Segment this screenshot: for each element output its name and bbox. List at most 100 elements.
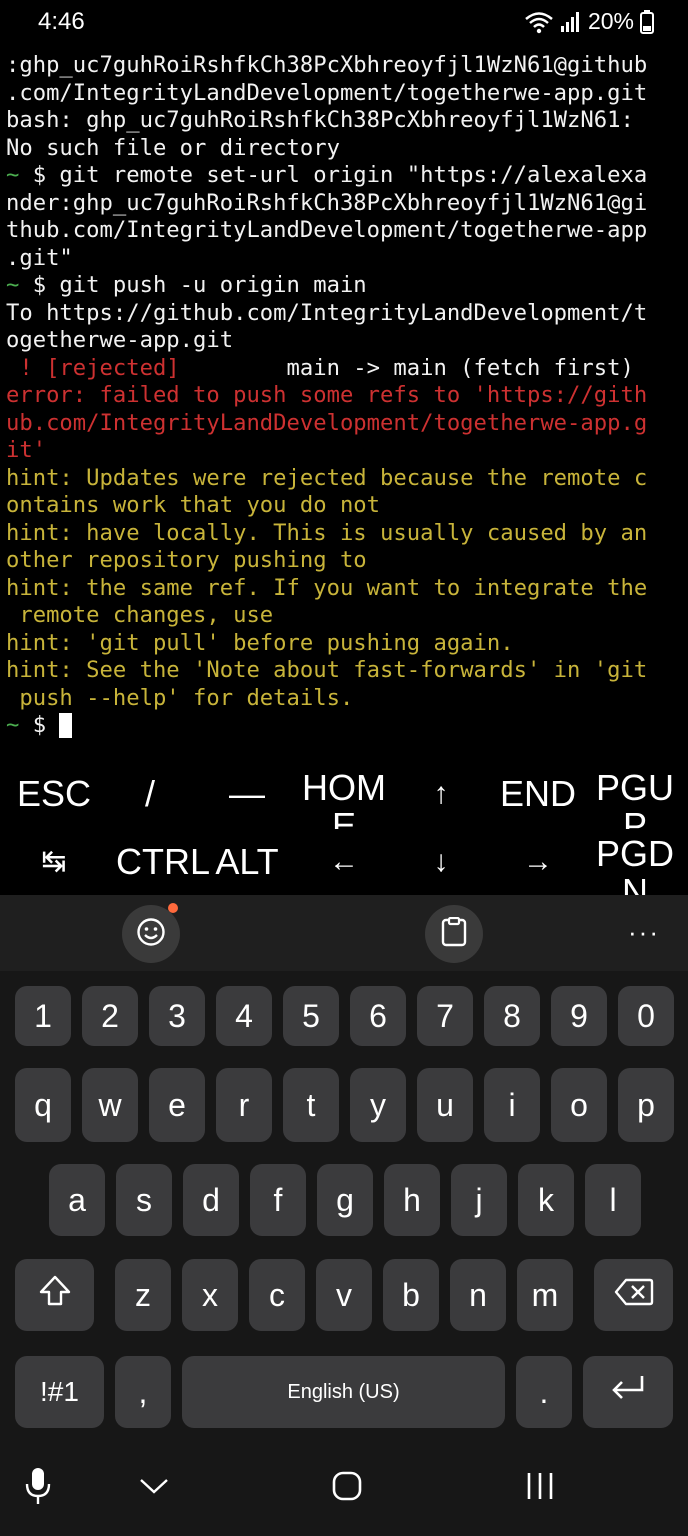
number-2-key[interactable]: 2	[82, 986, 138, 1046]
right-arrow-key[interactable]: →	[489, 827, 587, 897]
letter-f-key[interactable]: f	[250, 1164, 306, 1236]
terminal-output[interactable]: :ghp_uc7guhRoiRshfkCh38PcXbhreoyfjl1WzN6…	[6, 52, 684, 740]
letter-x-key[interactable]: x	[182, 1259, 238, 1331]
shift-icon	[38, 1274, 72, 1316]
pgdn-key[interactable]: PGDN	[586, 827, 684, 898]
letter-l-key[interactable]: l	[585, 1164, 641, 1236]
letter-a-key[interactable]: a	[49, 1164, 105, 1236]
letter-z-key[interactable]: z	[115, 1259, 171, 1331]
terminal-line: nder:ghp_uc7guhRoiRshfkCh38PcXbhreoyfjl1…	[6, 190, 684, 218]
extra-keys-bar: ESC / — HOME ↑ END PGUP ↹ CTRL ALT ← ↓ →…	[0, 755, 688, 898]
letter-g-key[interactable]: g	[317, 1164, 373, 1236]
number-6-key[interactable]: 6	[350, 986, 406, 1046]
letter-v-key[interactable]: v	[316, 1259, 372, 1331]
terminal-text: :ghp_uc7guhRoiRshfkCh38PcXbhreoyfjl1WzN6…	[6, 52, 648, 78]
number-4-key[interactable]: 4	[216, 986, 272, 1046]
comma-key[interactable]: ,	[115, 1356, 171, 1428]
letter-s-key[interactable]: s	[116, 1164, 172, 1236]
dash-key[interactable]: —	[198, 759, 296, 829]
terminal-text: .com/IntegrityLandDevelopment/togetherwe…	[6, 79, 648, 106]
letter-h-key[interactable]: h	[384, 1164, 440, 1236]
terminal-line: No such file or directory	[6, 135, 684, 163]
terminal-text: .git"	[6, 244, 73, 271]
letter-n-key[interactable]: n	[450, 1259, 506, 1331]
home-key[interactable]: HOME	[295, 759, 393, 830]
battery-icon	[640, 9, 654, 34]
period-key[interactable]: .	[516, 1356, 572, 1428]
number-3-key[interactable]: 3	[149, 986, 205, 1046]
esc-key[interactable]: ESC	[5, 759, 103, 829]
terminal-text: remote changes, use	[6, 602, 274, 628]
notification-dot	[168, 903, 178, 913]
recent-apps-icon[interactable]	[510, 1456, 570, 1516]
wifi-icon	[524, 10, 554, 34]
letter-e-key[interactable]: e	[149, 1068, 205, 1142]
letter-k-key[interactable]: k	[518, 1164, 574, 1236]
terminal-text: hint: have locally. This is usually caus…	[6, 519, 648, 546]
number-9-key[interactable]: 9	[551, 986, 607, 1046]
left-arrow-key[interactable]: ←	[295, 827, 393, 897]
keyboard: !#1 , English (US) . 1234567890 qwertyuio…	[0, 971, 688, 1436]
letter-i-key[interactable]: i	[484, 1068, 540, 1142]
letter-t-key[interactable]: t	[283, 1068, 339, 1142]
prompt-tilde: ~	[6, 712, 20, 738]
terminal-line: To https://github.com/IntegrityLandDevel…	[6, 300, 684, 328]
terminal-line: ub.com/IntegrityLandDevelopment/together…	[6, 410, 684, 438]
terminal-line: it'	[6, 437, 684, 465]
end-key[interactable]: END	[489, 759, 587, 829]
letter-q-key[interactable]: q	[15, 1068, 71, 1142]
hide-keyboard-icon[interactable]	[124, 1456, 184, 1516]
terminal-text: error: failed to push some refs to 'http…	[6, 382, 648, 408]
down-arrow-key[interactable]: ↓	[392, 827, 490, 897]
up-arrow-key[interactable]: ↑	[392, 759, 490, 829]
letter-y-key[interactable]: y	[350, 1068, 406, 1142]
keyboard-toolbar: ···	[0, 895, 688, 971]
terminal-text: To https://github.com/IntegrityLandDevel…	[6, 299, 648, 326]
number-7-key[interactable]: 7	[417, 986, 473, 1046]
letter-r-key[interactable]: r	[216, 1068, 272, 1142]
shift-key[interactable]	[15, 1259, 94, 1331]
terminal-text: ub.com/IntegrityLandDevelopment/together…	[6, 409, 648, 436]
microphone-icon[interactable]	[8, 1456, 68, 1516]
letter-p-key[interactable]: p	[618, 1068, 674, 1142]
status-time: 4:46	[38, 8, 85, 35]
letter-m-key[interactable]: m	[517, 1259, 573, 1331]
slash-key[interactable]: /	[101, 759, 199, 829]
terminal-text: ogetherwe-app.git	[6, 327, 234, 353]
letter-w-key[interactable]: w	[82, 1068, 138, 1142]
clipboard-button[interactable]	[425, 905, 483, 963]
number-0-key[interactable]: 0	[618, 986, 674, 1046]
terminal-line: ! [rejected] main -> main (fetch first)	[6, 355, 684, 383]
battery-text: 20%	[587, 8, 634, 34]
terminal-text: ~	[6, 162, 20, 188]
more-options-icon[interactable]: ···	[628, 917, 660, 948]
letter-o-key[interactable]: o	[551, 1068, 607, 1142]
enter-key[interactable]	[583, 1356, 673, 1428]
letter-j-key[interactable]: j	[451, 1164, 507, 1236]
symbols-key[interactable]: !#1	[15, 1356, 104, 1428]
terminal-text: nder:ghp_uc7guhRoiRshfkCh38PcXbhreoyfjl1…	[6, 189, 648, 216]
terminal-prompt-line: ~ $	[6, 712, 684, 740]
terminal-line: .git"	[6, 245, 684, 273]
letter-b-key[interactable]: b	[383, 1259, 439, 1331]
emoji-button[interactable]	[122, 903, 180, 963]
terminal-line: other repository pushing to	[6, 547, 684, 575]
letter-u-key[interactable]: u	[417, 1068, 473, 1142]
terminal-line: bash: ghp_uc7guhRoiRshfkCh38PcXbhreoyfjl…	[6, 107, 684, 135]
tab-key[interactable]: ↹	[5, 827, 103, 897]
pgup-key[interactable]: PGUP	[586, 759, 684, 830]
terminal-line: ontains work that you do not	[6, 492, 684, 520]
number-1-key[interactable]: 1	[15, 986, 71, 1046]
space-key[interactable]: English (US)	[182, 1356, 505, 1428]
terminal-text: ontains work that you do not	[6, 492, 381, 518]
terminal-line: error: failed to push some refs to 'http…	[6, 382, 684, 410]
letter-d-key[interactable]: d	[183, 1164, 239, 1236]
number-8-key[interactable]: 8	[484, 986, 540, 1046]
home-button-icon[interactable]	[317, 1456, 377, 1516]
number-5-key[interactable]: 5	[283, 986, 339, 1046]
terminal-line: push --help' for details.	[6, 685, 684, 713]
terminal-text: thub.com/IntegrityLandDevelopment/togeth…	[6, 217, 648, 243]
alt-key[interactable]: ALT	[198, 827, 296, 897]
letter-c-key[interactable]: c	[249, 1259, 305, 1331]
backspace-key[interactable]	[594, 1259, 673, 1331]
